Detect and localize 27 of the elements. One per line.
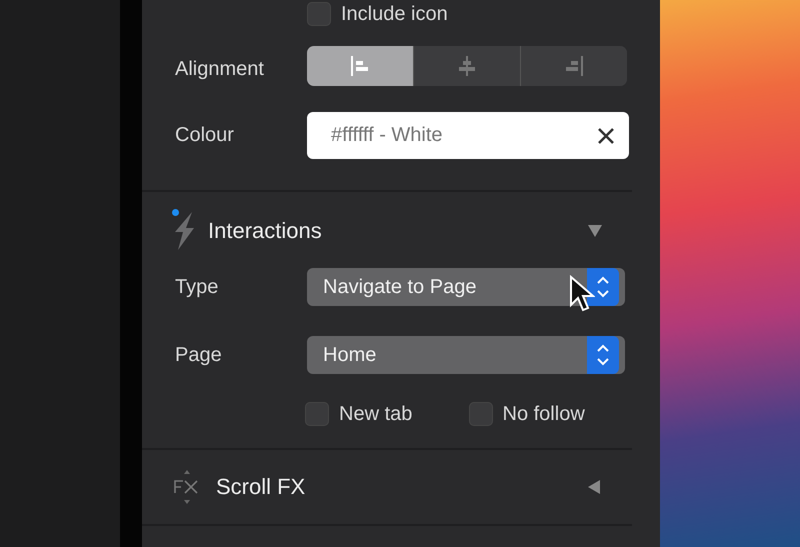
type-select[interactable]: Navigate to Page bbox=[307, 268, 625, 306]
section-title: Interactions bbox=[208, 218, 323, 244]
checkbox-label: Include icon bbox=[341, 2, 448, 26]
clear-icon[interactable] bbox=[597, 126, 615, 144]
alignment-option[interactable] bbox=[520, 46, 627, 86]
field-label: Colour bbox=[175, 124, 235, 147]
checkbox-label: No follow bbox=[502, 402, 585, 426]
field-label: Type bbox=[175, 276, 220, 298]
collapse-triangle-icon[interactable] bbox=[588, 225, 602, 237]
align-left-icon bbox=[349, 55, 371, 77]
checkbox[interactable] bbox=[307, 2, 331, 26]
stepper-icon bbox=[587, 268, 619, 306]
page-select[interactable]: Home bbox=[307, 336, 625, 374]
align-right-icon bbox=[563, 55, 585, 77]
field-label: Page bbox=[175, 344, 223, 366]
checkbox[interactable] bbox=[305, 402, 329, 426]
colour-field[interactable]: #ffffff - White bbox=[307, 112, 629, 159]
section-title: Scroll FX bbox=[216, 474, 306, 500]
field-label: Alignment bbox=[175, 58, 265, 80]
checkbox[interactable] bbox=[468, 402, 492, 426]
align-center-icon bbox=[456, 55, 478, 77]
alignment-option[interactable] bbox=[307, 46, 413, 86]
lightning-icon bbox=[172, 212, 196, 250]
checkbox-label: New tab bbox=[339, 402, 412, 426]
stepper-icon bbox=[587, 336, 619, 374]
expand-triangle-icon[interactable] bbox=[588, 480, 600, 494]
cursor-icon bbox=[569, 275, 595, 313]
